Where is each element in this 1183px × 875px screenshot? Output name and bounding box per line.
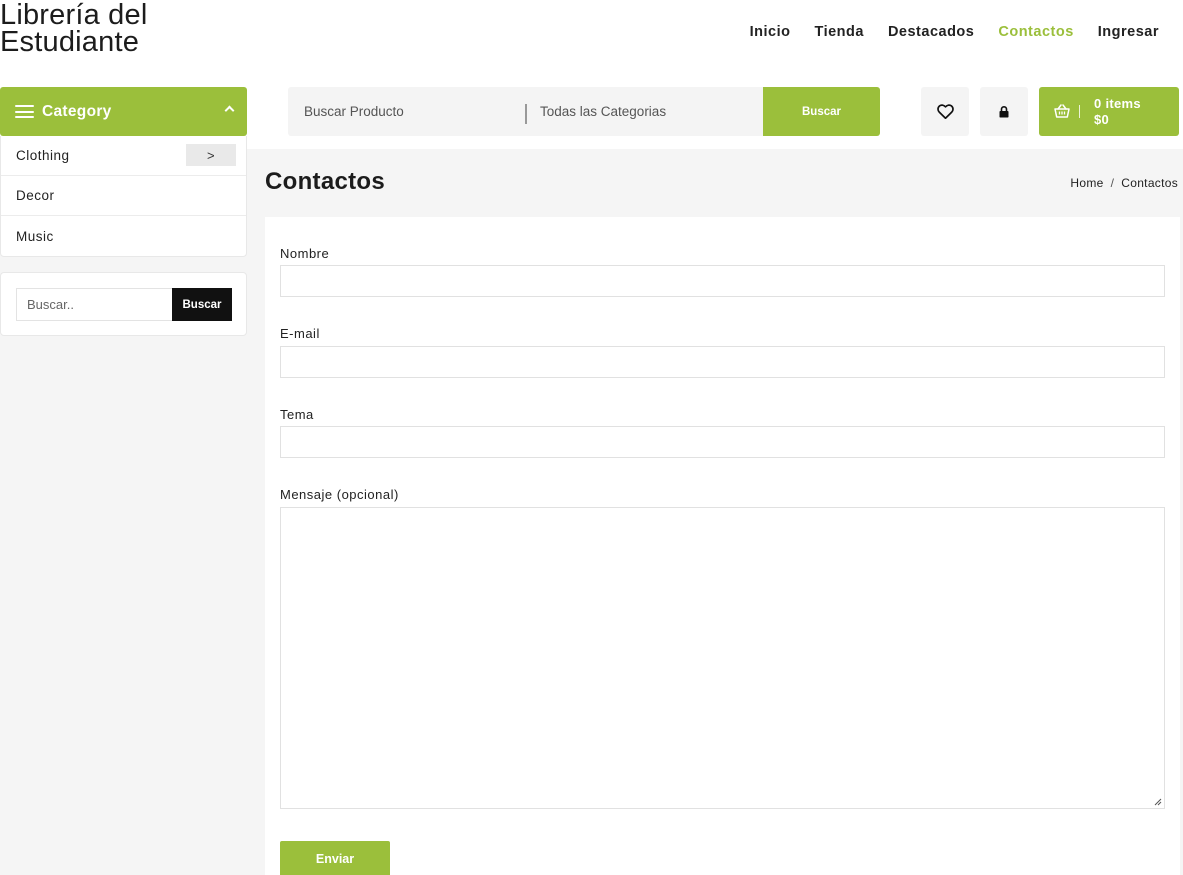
- subject-label: Tema: [280, 407, 314, 422]
- message-textarea[interactable]: [280, 507, 1165, 809]
- nav-tienda[interactable]: Tienda: [814, 24, 863, 40]
- sidebar-search-widget: Buscar.. Buscar: [0, 272, 247, 336]
- account-button[interactable]: [980, 87, 1028, 136]
- heart-icon: [936, 104, 954, 119]
- nav-destacados[interactable]: Destacados: [888, 24, 974, 40]
- cart-divider: [1079, 105, 1080, 118]
- page-title: Contactos: [265, 168, 386, 195]
- breadcrumb-home[interactable]: Home: [1070, 176, 1103, 190]
- name-label: Nombre: [280, 246, 330, 261]
- category-toggle[interactable]: Category: [0, 87, 247, 136]
- category-item-music[interactable]: Music: [1, 216, 246, 256]
- logo-line-1: Librería del: [0, 0, 148, 31]
- category-list: Clothing > Decor Music: [0, 136, 247, 257]
- logo-line-2: Estudiante: [0, 26, 140, 58]
- sidebar-search-input[interactable]: Buscar..: [16, 288, 173, 321]
- name-field[interactable]: [280, 265, 1165, 297]
- site-logo[interactable]: Librería del Estudiante: [0, 0, 148, 58]
- resize-handle-icon[interactable]: [1154, 798, 1162, 806]
- email-field[interactable]: [280, 346, 1165, 378]
- subject-field[interactable]: [280, 426, 1165, 458]
- chevron-up-icon: [224, 105, 235, 116]
- category-item-decor[interactable]: Decor: [1, 176, 246, 216]
- submit-button[interactable]: Enviar: [280, 841, 390, 875]
- email-label: E-mail: [280, 326, 320, 341]
- nav-contactos[interactable]: Contactos: [998, 24, 1073, 40]
- nav-inicio[interactable]: Inicio: [750, 24, 791, 40]
- breadcrumb-current: Contactos: [1121, 176, 1178, 190]
- category-item-label: Music: [16, 228, 54, 244]
- cart-item-count: 0 items: [1094, 96, 1141, 111]
- cart-button[interactable]: 0 items $0: [1039, 87, 1179, 136]
- wishlist-button[interactable]: [921, 87, 969, 136]
- category-item-clothing[interactable]: Clothing >: [1, 136, 246, 176]
- product-search-button[interactable]: Buscar: [763, 87, 880, 136]
- breadcrumb-separator: /: [1110, 176, 1115, 190]
- chevron-right-icon: >: [206, 147, 216, 163]
- search-divider: [525, 104, 527, 124]
- nav-ingresar[interactable]: Ingresar: [1098, 24, 1159, 40]
- cart-summary: 0 items $0: [1094, 96, 1141, 128]
- category-item-label: Decor: [16, 188, 55, 203]
- breadcrumb: Home / Contactos: [1070, 176, 1178, 190]
- category-title: Category: [42, 102, 112, 120]
- sidebar-search-button[interactable]: Buscar: [172, 288, 232, 321]
- main-nav: Inicio Tienda Destacados Contactos Ingre…: [726, 24, 1159, 40]
- menu-icon: [15, 105, 34, 118]
- message-label: Mensaje (opcional): [280, 487, 399, 502]
- category-item-label: Clothing: [16, 148, 70, 163]
- product-search-input[interactable]: Buscar Producto: [304, 104, 404, 119]
- submenu-arrow-button[interactable]: >: [186, 144, 236, 166]
- product-search-bar: Buscar Producto Todas las Categorias Bus…: [288, 87, 880, 136]
- lock-icon: [999, 105, 1009, 117]
- basket-icon: [1054, 104, 1070, 118]
- category-select[interactable]: Todas las Categorias: [540, 104, 666, 119]
- contact-form: Nombre E-mail Tema Mensaje (opcional) En…: [265, 217, 1180, 875]
- cart-total: $0: [1094, 112, 1110, 127]
